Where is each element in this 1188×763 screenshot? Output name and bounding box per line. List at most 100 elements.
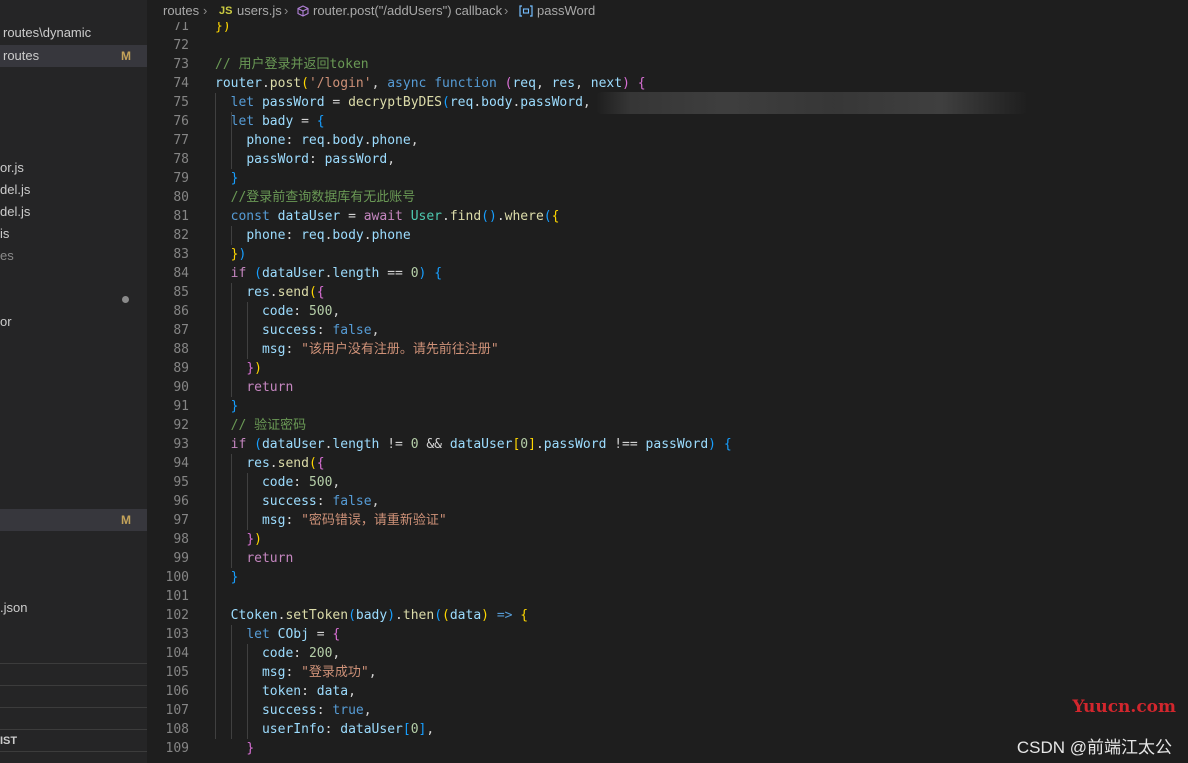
- code-line: 91 }: [147, 397, 1188, 416]
- code-line: 94 res.send({: [147, 454, 1188, 473]
- code-line: 84 if (dataUser.length == 0) {: [147, 264, 1188, 283]
- code-token: {: [332, 627, 341, 642]
- sidebar-section-header[interactable]: IST: [0, 730, 147, 752]
- sidebar-item[interactable]: is: [0, 223, 147, 245]
- line-number: 83: [173, 247, 189, 262]
- code-editor[interactable]: 71}) 72 73// 用户登录并返回token 74 router.post('/l…: [147, 22, 1188, 763]
- explorer-sidebar: routes\dynamic routes Mor.js del.js del.js is…: [0, 0, 147, 763]
- code-token: (: [301, 76, 309, 91]
- sidebar-item[interactable]: del.js: [0, 201, 147, 223]
- code-line: 87 success: false,: [147, 321, 1188, 340]
- code-token: {: [434, 266, 443, 281]
- code-line: 100 }: [147, 568, 1188, 587]
- sidebar-item[interactable]: del.js: [0, 179, 147, 201]
- code-token: passWord: [261, 95, 325, 110]
- code-token: passWord: [246, 152, 309, 167]
- code-token: async: [387, 76, 427, 91]
- code-line: 80 //登录前查询数据库有无此账号: [147, 188, 1188, 207]
- code-token: userInfo: [261, 722, 325, 737]
- code-token: data: [316, 684, 349, 699]
- code-token: req: [512, 76, 536, 91]
- code-token: false: [332, 494, 372, 509]
- code-token: ,: [535, 76, 552, 91]
- breadcrumb-item-routes[interactable]: routes: [163, 0, 199, 22]
- sidebar-item-label: or.js: [0, 160, 24, 175]
- sidebar-item[interactable]: routes M: [0, 45, 147, 67]
- code-token: .: [269, 456, 278, 471]
- code-token: 0: [520, 437, 529, 452]
- breadcrumb-item-callback[interactable]: router.post("/addUsers") callback: [313, 0, 502, 22]
- code-token: (: [434, 608, 443, 623]
- section-divider: [0, 685, 147, 686]
- sidebar-item[interactable]: routes\dynamic: [0, 22, 147, 44]
- code-token: {: [520, 608, 529, 623]
- code-token: ): [238, 247, 247, 262]
- code-line: 96 success: false,: [147, 492, 1188, 511]
- code-token: :: [293, 646, 309, 661]
- breadcrumb-item-file[interactable]: users.js: [237, 0, 282, 22]
- code-token: ,: [582, 95, 591, 110]
- code-token: "密码错误，请重新验证": [301, 513, 447, 528]
- code-token: success: [261, 703, 317, 718]
- breadcrumb-item-symbol[interactable]: passWord: [537, 0, 595, 22]
- code-line: 81 const dataUser = await User.find().wh…: [147, 207, 1188, 226]
- code-text: }): [215, 530, 262, 549]
- code-token: .: [473, 95, 482, 110]
- code-token: !==: [606, 437, 646, 452]
- code-token: }: [230, 570, 239, 585]
- line-number: 80: [173, 190, 189, 205]
- line-number: 86: [173, 304, 189, 319]
- indent-guide: [231, 283, 232, 397]
- code-token: }: [246, 741, 255, 756]
- code-line: 101: [147, 587, 1188, 606]
- indent-guide: [231, 226, 232, 245]
- code-text: success: false,: [215, 321, 379, 340]
- code-text: }: [215, 568, 239, 587]
- code-token: phone: [246, 133, 286, 148]
- code-token: dataUser: [340, 722, 403, 737]
- line-number: 102: [165, 608, 189, 623]
- watermark-csdn: CSDN @前端江太公: [1016, 738, 1172, 757]
- code-token: ,: [371, 323, 380, 338]
- line-number: 78: [173, 152, 189, 167]
- code-token: next: [590, 76, 623, 91]
- chevron-right-icon: ›: [203, 3, 208, 18]
- code-token: token: [261, 684, 302, 699]
- sidebar-item[interactable]: M: [0, 509, 147, 531]
- code-text: router.post('/login', async function (re…: [215, 74, 646, 93]
- code-token: if: [230, 266, 247, 281]
- line-number: 106: [165, 684, 189, 699]
- code-token: return: [246, 380, 294, 395]
- sidebar-item[interactable]: .json: [0, 597, 147, 619]
- code-token: setToken: [285, 608, 349, 623]
- sidebar-item[interactable]: or.js: [0, 157, 147, 179]
- code-line: 74 router.post('/login', async function (…: [147, 74, 1188, 93]
- code-token: 500: [308, 304, 333, 319]
- code-line: 73 // 用户登录并返回token: [147, 55, 1188, 74]
- javascript-file-icon: JS: [219, 5, 233, 17]
- code-token: =>: [496, 608, 513, 623]
- code-token: }: [230, 399, 239, 414]
- code-token: :: [293, 475, 309, 490]
- line-number: 84: [173, 266, 189, 281]
- sidebar-item[interactable]: or: [0, 311, 147, 333]
- code-token: false: [332, 323, 372, 338]
- line-number: 74: [173, 76, 189, 91]
- code-token: if: [230, 437, 247, 452]
- code-token: &&: [418, 437, 450, 452]
- code-token: bady: [261, 114, 294, 129]
- sidebar-item[interactable]: es: [0, 245, 147, 267]
- code-token: phone: [371, 228, 411, 243]
- code-token: ,: [363, 703, 372, 718]
